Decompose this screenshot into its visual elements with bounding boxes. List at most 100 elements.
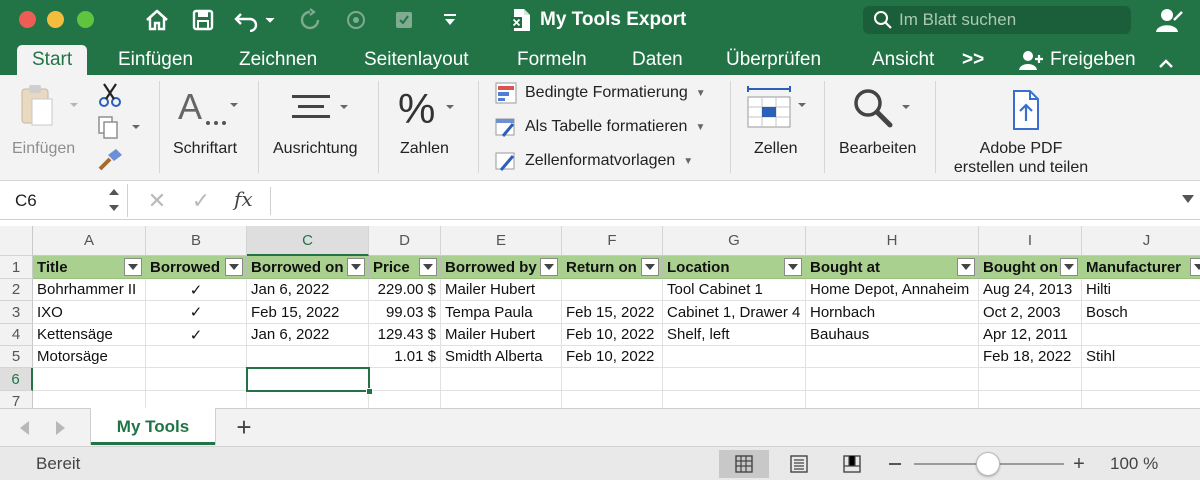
cancel-icon[interactable]: ✕ (146, 188, 168, 214)
filter-dropdown-icon[interactable] (1060, 258, 1078, 276)
tab-page-layout[interactable]: Seitenlayout (364, 45, 469, 75)
cell-j5[interactable]: Stihl (1082, 346, 1200, 368)
cell-j3[interactable]: Bosch (1082, 301, 1200, 324)
add-sheet-button[interactable]: + (232, 412, 256, 442)
column-header-i[interactable]: I (979, 226, 1082, 256)
sheet-tab-my-tools[interactable]: My Tools (90, 408, 216, 445)
cell-e3[interactable]: Tempa Paula (441, 301, 562, 324)
tab-draw[interactable]: Zeichnen (239, 45, 317, 75)
share-pdf-icon[interactable] (1006, 89, 1046, 136)
column-header-e[interactable]: E (441, 226, 562, 256)
row-header-2[interactable]: 2 (0, 279, 33, 301)
cell-d2[interactable]: 229.00 $ (369, 279, 441, 301)
cell-f2[interactable] (562, 279, 663, 301)
filter-dropdown-icon[interactable] (225, 258, 243, 276)
cell-f5[interactable]: Feb 10, 2022 (562, 346, 663, 368)
cell-a7[interactable] (33, 391, 146, 408)
format-as-table-button[interactable]: Als Tabelle formatieren ▼ (495, 115, 705, 139)
select-all-corner[interactable] (0, 226, 33, 256)
cell-g4[interactable]: Shelf, left (663, 324, 806, 346)
cell-i4[interactable]: Apr 12, 2011 (979, 324, 1082, 346)
tab-insert[interactable]: Einfügen (118, 45, 193, 75)
table-header-borrowed-by[interactable]: Borrowed by (441, 256, 562, 279)
cell-b4[interactable]: ✓ (146, 324, 247, 346)
page-break-view-button[interactable] (827, 450, 877, 478)
table-header-return-on[interactable]: Return on (562, 256, 663, 279)
cell-j2[interactable]: Hilti (1082, 279, 1200, 301)
table-header-title[interactable]: Title (33, 256, 146, 279)
next-sheet-icon[interactable] (56, 421, 65, 435)
home-icon[interactable] (142, 6, 172, 34)
spreadsheet-grid[interactable]: A B C D E F G H I J 1 2 3 4 5 6 7 Title Borrowed Borrowed o… (0, 220, 1200, 408)
search-input[interactable] (899, 10, 1119, 30)
cells-icon[interactable] (746, 85, 810, 134)
cell-c7[interactable] (247, 391, 369, 408)
table-header-borrowed[interactable]: Borrowed (146, 256, 247, 279)
cell-g3[interactable]: Cabinet 1, Drawer 4 (663, 301, 806, 324)
normal-view-button[interactable] (719, 450, 769, 478)
row-header-1[interactable]: 1 (0, 256, 33, 279)
row-header-4[interactable]: 4 (0, 324, 33, 346)
table-header-borrowed-on[interactable]: Borrowed on (247, 256, 369, 279)
cell-b3[interactable]: ✓ (146, 301, 247, 324)
cell-h2[interactable]: Home Depot, Annaheim (806, 279, 979, 301)
cell-e4[interactable]: Mailer Hubert (441, 324, 562, 346)
cell-e6[interactable] (441, 368, 562, 391)
search-icon[interactable] (852, 87, 914, 134)
redo-icon[interactable] (296, 6, 324, 34)
cell-c4[interactable]: Jan 6, 2022 (247, 324, 369, 346)
page-layout-view-button[interactable] (774, 450, 824, 478)
column-header-d[interactable]: D (369, 226, 441, 256)
undo-icon[interactable] (232, 6, 278, 34)
cell-j6[interactable] (1082, 368, 1200, 391)
cell-g6[interactable] (663, 368, 806, 391)
zoom-slider-thumb[interactable] (976, 452, 1000, 476)
enter-icon[interactable]: ✓ (190, 188, 212, 214)
close-window-button[interactable] (19, 11, 36, 28)
cell-e5[interactable]: Smidth Alberta (441, 346, 562, 368)
tab-data[interactable]: Daten (632, 45, 683, 75)
save-icon[interactable] (188, 6, 218, 34)
cell-i2[interactable]: Aug 24, 2013 (979, 279, 1082, 301)
cell-a2[interactable]: Bohrhammer II (33, 279, 146, 301)
cell-c5[interactable] (247, 346, 369, 368)
pdf-label[interactable]: Adobe PDF erstellen und teilen (950, 139, 1092, 177)
filter-dropdown-icon[interactable] (419, 258, 437, 276)
column-header-b[interactable]: B (146, 226, 247, 256)
filter-dropdown-icon[interactable] (784, 258, 802, 276)
cell-i3[interactable]: Oct 2, 2003 (979, 301, 1082, 324)
cell-d5[interactable]: 1.01 $ (369, 346, 441, 368)
fill-handle[interactable] (366, 388, 373, 395)
font-icon[interactable]: A (178, 86, 242, 134)
insert-function-button[interactable]: fx (234, 187, 253, 211)
expand-formula-bar-icon[interactable] (1182, 195, 1194, 203)
cell-e2[interactable]: Mailer Hubert (441, 279, 562, 301)
cell-a5[interactable]: Motorsäge (33, 346, 146, 368)
cell-b7[interactable] (146, 391, 247, 408)
alignment-icon[interactable] (290, 91, 354, 128)
sheet-search[interactable] (863, 6, 1131, 34)
cell-c3[interactable]: Feb 15, 2022 (247, 301, 369, 324)
cell-e7[interactable] (441, 391, 562, 408)
cell-j7[interactable] (1082, 391, 1200, 408)
cell-d3[interactable]: 99.03 $ (369, 301, 441, 324)
paste-icon[interactable] (18, 83, 82, 132)
table-header-bought-on[interactable]: Bought on (979, 256, 1082, 279)
filter-dropdown-icon[interactable] (540, 258, 558, 276)
column-header-h[interactable]: H (806, 226, 979, 256)
cell-h3[interactable]: Hornbach (806, 301, 979, 324)
cell-h6[interactable] (806, 368, 979, 391)
cell-i5[interactable]: Feb 18, 2022 (979, 346, 1082, 368)
zoom-in-button[interactable]: + (1072, 452, 1086, 476)
cell-a4[interactable]: Kettensäge (33, 324, 146, 346)
cell-f6[interactable] (562, 368, 663, 391)
touch-mode-icon[interactable] (342, 6, 370, 34)
cell-c2[interactable]: Jan 6, 2022 (247, 279, 369, 301)
row-header-6[interactable]: 6 (0, 368, 33, 391)
column-header-c[interactable]: C (247, 226, 369, 256)
formula-input[interactable] (276, 187, 1166, 215)
cell-f7[interactable] (562, 391, 663, 408)
tab-review[interactable]: Überprüfen (726, 45, 821, 75)
cell-h7[interactable] (806, 391, 979, 408)
row-header-3[interactable]: 3 (0, 301, 33, 324)
